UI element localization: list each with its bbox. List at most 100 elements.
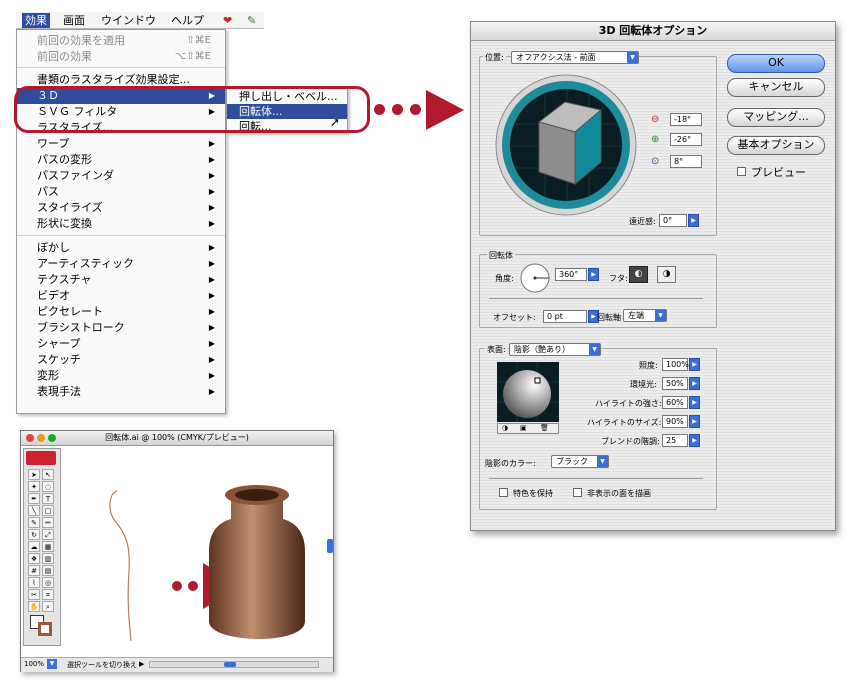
highlight-size-dropdown[interactable]: ▶ (689, 415, 700, 428)
angle-dropdown[interactable]: ▶ (588, 268, 599, 281)
menu-item-blur[interactable]: ぼかし ▶ (17, 240, 225, 256)
angle-input[interactable]: 360° (555, 268, 587, 281)
move-light-back-icon[interactable]: ◑ (502, 424, 508, 432)
preview-checkbox[interactable] (737, 167, 746, 176)
rotate-tool-icon[interactable]: ↻ (28, 529, 40, 540)
type-tool-icon[interactable]: T (42, 493, 54, 504)
blend-steps-input[interactable]: 25 (662, 434, 688, 447)
trash-icon[interactable]: 🗑 (540, 424, 549, 432)
new-light-icon[interactable]: ▣ (520, 424, 527, 432)
ambient-input[interactable]: 50% (662, 377, 688, 390)
minimize-icon[interactable] (37, 434, 45, 442)
menu-item-path[interactable]: パス ▶ (17, 184, 225, 200)
offset-input[interactable]: 0 pt (543, 310, 587, 323)
ambient-dropdown[interactable]: ▶ (689, 377, 700, 390)
rectangle-tool-icon[interactable]: □ (42, 505, 54, 516)
mapping-button[interactable]: マッピング... (727, 108, 825, 127)
rotation-z-input[interactable]: 8° (670, 155, 702, 168)
scale-tool-icon[interactable]: ⤢ (42, 529, 54, 540)
hand-tool-icon[interactable]: ✋ (28, 601, 40, 612)
horizontal-scrollbar[interactable] (149, 661, 319, 668)
status-menu-icon[interactable]: ▶ (139, 660, 144, 668)
warp-tool-icon[interactable]: ☁ (28, 541, 40, 552)
divider (489, 298, 703, 299)
shading-color-dropdown[interactable]: ブラック ▼ (551, 455, 609, 468)
lighting-sphere-preview[interactable] (497, 362, 559, 422)
ok-button[interactable]: OK (727, 54, 825, 73)
rotation-x-input[interactable]: -18° (670, 113, 702, 126)
menu-item-artistic[interactable]: アーティスティック ▶ (17, 256, 225, 272)
symbol-tool-icon[interactable]: ❖ (28, 553, 40, 564)
mesh-tool-icon[interactable]: # (28, 565, 40, 576)
menu-effect[interactable]: 効果 (22, 13, 50, 28)
cap-on-button[interactable]: ◐ (629, 266, 648, 283)
magic-wand-tool-icon[interactable]: ✦ (28, 481, 40, 492)
zoom-tool-icon[interactable]: ⌕ (42, 601, 54, 612)
menu-item-warp[interactable]: ワープ ▶ (17, 136, 225, 152)
eyedropper-tool-icon[interactable]: ⌇ (28, 577, 40, 588)
preserve-spot-checkbox[interactable] (499, 488, 508, 497)
zoom-dropdown-icon[interactable]: ▼ (47, 659, 57, 669)
menu-view[interactable]: 画面 (60, 13, 88, 28)
menu-item-distort[interactable]: パスの変形 ▶ (17, 152, 225, 168)
close-icon[interactable] (26, 434, 34, 442)
slice-tool-icon[interactable]: ⌗ (42, 589, 54, 600)
menu-item-pixelate[interactable]: ピクセレート ▶ (17, 304, 225, 320)
script-icon[interactable]: ✎ (244, 13, 259, 28)
light-intensity-dropdown[interactable]: ▶ (689, 358, 700, 371)
basic-options-button[interactable]: 基本オプション (727, 136, 825, 155)
zoom-icon[interactable] (48, 434, 56, 442)
free-transform-tool-icon[interactable]: ▦ (42, 541, 54, 552)
connector-dot (392, 104, 403, 115)
highlight-size-input[interactable]: 90% (662, 415, 688, 428)
cancel-button[interactable]: キャンセル (727, 78, 825, 97)
lasso-tool-icon[interactable]: ◌ (42, 481, 54, 492)
surface-dropdown[interactable]: 陰影（艶あり） ▼ (509, 343, 601, 356)
perspective-dropdown[interactable]: ▶ (688, 214, 699, 227)
pencil-tool-icon[interactable]: ✏ (42, 517, 54, 528)
menu-item-sharpen[interactable]: シャープ ▶ (17, 336, 225, 352)
menu-item-pathfinder[interactable]: パスファインダ ▶ (17, 168, 225, 184)
gradient-tool-icon[interactable]: ▤ (42, 565, 54, 576)
menu-window[interactable]: ウインドウ (98, 13, 159, 28)
angle-dial[interactable] (519, 262, 551, 294)
menu-item-brush-strokes[interactable]: ブラシストローク ▶ (17, 320, 225, 336)
menu-item-last-effect[interactable]: 前回の効果 ⌥⇧⌘E (17, 49, 225, 65)
highlight-intensity-input[interactable]: 60% (662, 396, 688, 409)
preview-label: プレビュー (751, 166, 806, 179)
perspective-input[interactable]: 0° (659, 214, 687, 227)
zoom-level[interactable]: 100% (24, 660, 44, 668)
brush-tool-icon[interactable]: ✎ (28, 517, 40, 528)
pen-tool-icon[interactable]: ✒ (28, 493, 40, 504)
menu-item-expression[interactable]: 表現手法 ▶ (17, 384, 225, 400)
menu-item-texture[interactable]: テクスチャ ▶ (17, 272, 225, 288)
menu-item-convert-shape[interactable]: 形状に変換 ▶ (17, 216, 225, 232)
axis-dropdown[interactable]: 左端 ▼ (623, 309, 667, 322)
scissors-tool-icon[interactable]: ✂ (28, 589, 40, 600)
graph-tool-icon[interactable]: ▥ (42, 553, 54, 564)
menu-item-sketch[interactable]: スケッチ ▶ (17, 352, 225, 368)
rotation-y-input[interactable]: -26° (670, 133, 702, 146)
blend-tool-icon[interactable]: ◎ (42, 577, 54, 588)
menu-item-transform[interactable]: 変形 ▶ (17, 368, 225, 384)
stroke-swatch[interactable] (38, 622, 52, 636)
highlight-intensity-dropdown[interactable]: ▶ (689, 396, 700, 409)
selection-tool-icon[interactable]: ➤ (28, 469, 40, 480)
menu-item-apply-last[interactable]: 前回の効果を適用 ⇧⌘E (17, 33, 225, 49)
cap-off-button[interactable]: ◑ (657, 266, 676, 283)
menu-help[interactable]: ヘルプ (168, 13, 207, 28)
blend-steps-dropdown[interactable]: ▶ (689, 434, 700, 447)
light-intensity-input[interactable]: 100% (662, 358, 689, 371)
app-icon[interactable]: ❤ (220, 13, 235, 28)
menu-item-video[interactable]: ビデオ ▶ (17, 288, 225, 304)
line-tool-icon[interactable]: ╲ (28, 505, 40, 516)
position-dropdown[interactable]: オフアクシス法 - 前面 ▼ (511, 51, 639, 64)
offset-label: オフセット: (493, 313, 536, 322)
draw-hidden-checkbox[interactable] (573, 488, 582, 497)
vertical-scrollbar-thumb[interactable] (327, 539, 333, 553)
status-bar: 100% ▼ 選択ツールを切り換え ▶ (21, 657, 333, 672)
menu-item-stylize[interactable]: スタイライズ ▶ (17, 200, 225, 216)
direct-selection-tool-icon[interactable]: ↖ (42, 469, 54, 480)
horizontal-scrollbar-thumb[interactable] (224, 662, 236, 667)
rotation-trackball[interactable] (495, 74, 637, 216)
